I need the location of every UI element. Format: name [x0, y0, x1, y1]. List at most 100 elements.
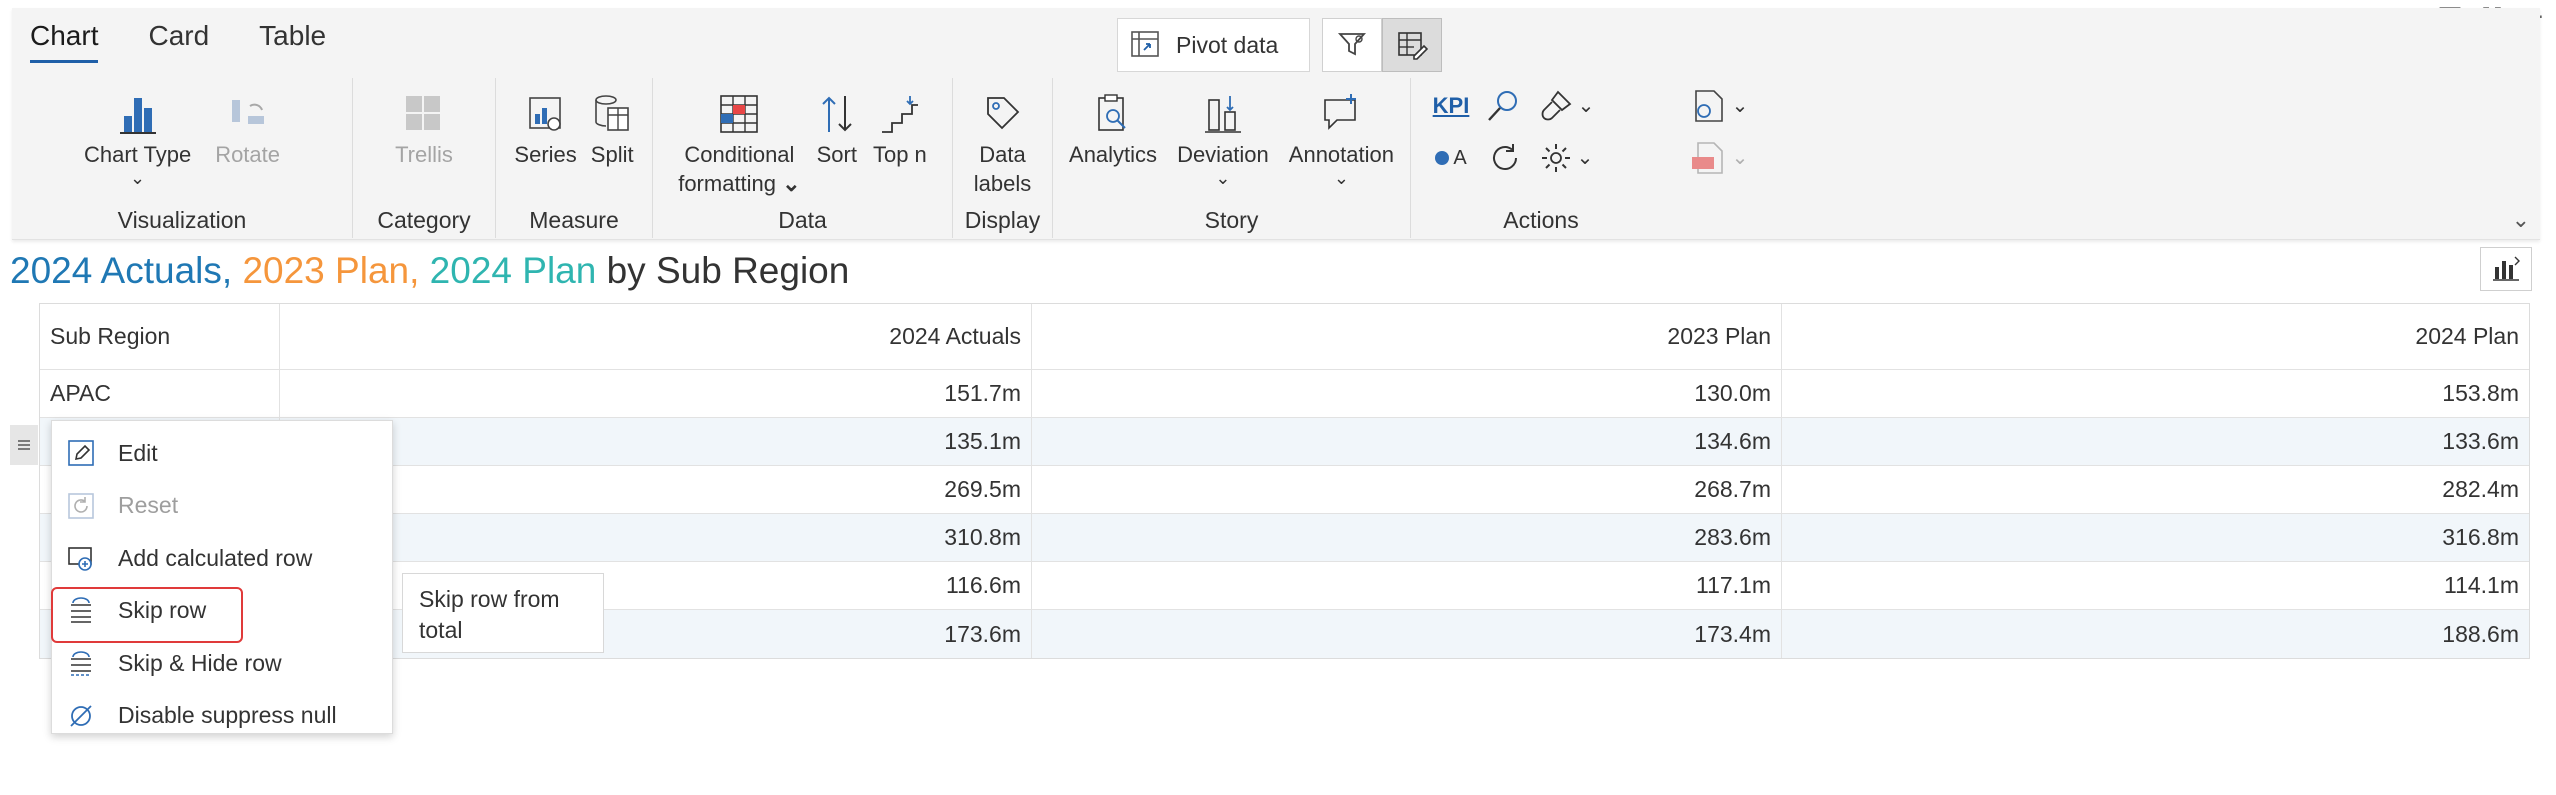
page-title: 2024 Actuals, 2023 Plan, 2024 Plan by Su…	[10, 250, 849, 292]
chevron-down-icon: ⌄	[1731, 95, 1749, 117]
group-title-actions: Actions	[1503, 207, 1579, 233]
bar-chart-icon	[118, 84, 158, 136]
chevron-down-icon: ⌄	[1215, 168, 1231, 188]
table-cell: APAC	[40, 370, 280, 417]
menu-item-label: Skip & Hide row	[118, 649, 282, 676]
group-display: Data labels Display	[953, 78, 1053, 238]
header-sub-region[interactable]: Sub Region	[40, 304, 280, 369]
refresh-icon[interactable]	[1483, 136, 1527, 180]
chevron-down-icon: ⌄	[782, 171, 801, 196]
menu-item-label: Disable suppress null	[118, 702, 337, 729]
title-suffix: by Sub Region	[606, 250, 850, 291]
group-title-category: Category	[377, 207, 471, 233]
menu-item-skip-row[interactable]: Skip row	[51, 585, 392, 642]
top-n-button[interactable]: Top n	[873, 84, 927, 198]
table-header-row: Sub Region 2024 Actuals 2023 Plan 2024 P…	[40, 304, 2529, 370]
chart-type-label: Chart Type	[83, 142, 192, 167]
tooltip-line-2: total	[419, 617, 463, 643]
rotate-icon	[228, 84, 268, 136]
kpi-button[interactable]: KPI	[1429, 86, 1473, 126]
table-cell: 153.8m	[2442, 380, 2519, 406]
table-cell: 117.1m	[1032, 562, 1782, 609]
table-edit-button[interactable]	[1382, 18, 1442, 72]
document-gear-icon	[1694, 90, 1723, 122]
analytics-icon	[1093, 84, 1133, 136]
table-row[interactable]: 269.5m 268.7m 282.4m	[40, 466, 2529, 514]
table-cell: 130.0m	[1032, 370, 1782, 417]
table-row[interactable]: 310.8m 283.6m 316.8m	[40, 514, 2529, 562]
split-icon	[592, 84, 632, 136]
suppress-null-icon	[66, 701, 96, 731]
menu-item-skip-hide-row[interactable]: Skip & Hide row	[52, 637, 392, 690]
export-settings-button[interactable]: ⌄	[1679, 84, 1759, 128]
table-row[interactable]: APAC 151.7m 130.0m 153.8m	[40, 370, 2529, 418]
brush-icon	[1541, 90, 1571, 121]
conditional-label-2-text: formatting	[678, 171, 777, 196]
analytics-label: Analytics	[1069, 142, 1158, 167]
format-brush-button[interactable]: ⌄	[1531, 84, 1601, 128]
row-menu-handle[interactable]	[10, 425, 38, 465]
split-button[interactable]: Split	[591, 84, 634, 169]
header-2024-actuals[interactable]: 2024 Actuals	[280, 304, 1032, 369]
collapse-ribbon-icon[interactable]: ⌄	[2512, 207, 2530, 233]
data-labels-label-2: labels	[973, 171, 1032, 196]
split-label: Split	[590, 142, 634, 167]
pivot-label: Pivot data	[1176, 31, 1279, 58]
menu-item-edit[interactable]: Edit	[52, 427, 392, 480]
menu-item-label: Reset	[118, 492, 179, 519]
conditional-label-2: formatting ⌄	[678, 169, 800, 198]
ribbon-toolbar: Chart Card Table Pivot data Chart Type ⌄	[12, 8, 2540, 240]
title-series-2: 2023 Plan,	[242, 250, 420, 291]
chart-type-button[interactable]: Chart Type ⌄	[84, 84, 191, 187]
data-point-label-button[interactable]: A	[1427, 138, 1475, 178]
sort-label: Sort	[816, 142, 857, 167]
filter-settings-button[interactable]	[1322, 18, 1382, 72]
sort-button[interactable]: Sort	[817, 84, 857, 198]
menu-item-add-calculated-row[interactable]: Add calculated row	[52, 532, 392, 585]
deviation-label: Deviation	[1177, 142, 1269, 167]
pivot-data-button[interactable]: Pivot data	[1117, 18, 1310, 72]
add-row-icon	[66, 543, 96, 573]
table-cell: 188.6m	[2442, 620, 2519, 647]
table-cell: 316.8m	[2442, 524, 2519, 550]
data-labels-button[interactable]: Data labels	[974, 84, 1031, 198]
analytics-button[interactable]: Analytics	[1069, 84, 1157, 187]
table-cell: 133.6m	[2442, 428, 2519, 454]
deviation-button[interactable]: Deviation ⌄	[1177, 84, 1269, 187]
title-series-1: 2024 Actuals,	[10, 250, 233, 291]
pencil-icon	[66, 438, 96, 468]
switch-to-chart-button[interactable]	[2480, 247, 2532, 291]
chart-icon	[2493, 256, 2520, 281]
menu-item-disable-suppress-null[interactable]: Disable suppress null	[52, 690, 392, 743]
ribbon-tabs: Chart Card Table	[30, 20, 326, 63]
series-button[interactable]: Series	[514, 84, 577, 169]
title-series-3: 2024 Plan	[429, 250, 597, 291]
group-title-display: Display	[964, 207, 1041, 233]
search-icon[interactable]	[1481, 84, 1525, 128]
table-cell: 282.4m	[2442, 476, 2519, 502]
data-labels-label-1: Data	[979, 142, 1026, 167]
menu-item-label: Add calculated row	[118, 544, 313, 571]
table-cell: 151.7m	[280, 370, 1032, 417]
table-cell: 283.6m	[1032, 514, 1782, 561]
a-label: A	[1453, 146, 1467, 169]
chevron-down-icon: ⌄	[130, 168, 146, 188]
conditional-formatting-button[interactable]: Conditional formatting ⌄	[678, 84, 801, 198]
table-row[interactable]: 135.1m 134.6m 133.6m	[40, 418, 2529, 466]
skip-hide-icon	[66, 648, 96, 678]
header-2023-plan[interactable]: 2023 Plan	[1032, 304, 1782, 369]
header-2024-plan[interactable]: 2024 Plan	[1782, 304, 2529, 369]
trellis-button: Trellis	[395, 84, 453, 169]
tab-table[interactable]: Table	[259, 20, 326, 63]
tab-chart[interactable]: Chart	[30, 20, 99, 63]
group-category: Trellis Category	[353, 78, 496, 238]
settings-button[interactable]: ⌄	[1531, 136, 1601, 180]
tab-card[interactable]: Card	[148, 20, 209, 63]
group-title-visualization: Visualization	[117, 207, 247, 233]
top-n-label: Top n	[872, 142, 927, 167]
group-title-story: Story	[1204, 207, 1259, 233]
chevron-down-icon: ⌄	[1576, 147, 1594, 169]
annotation-button[interactable]: Annotation ⌄	[1289, 84, 1394, 187]
tag-icon	[982, 84, 1022, 136]
group-export: ⌄ ⌄	[1671, 78, 1791, 238]
